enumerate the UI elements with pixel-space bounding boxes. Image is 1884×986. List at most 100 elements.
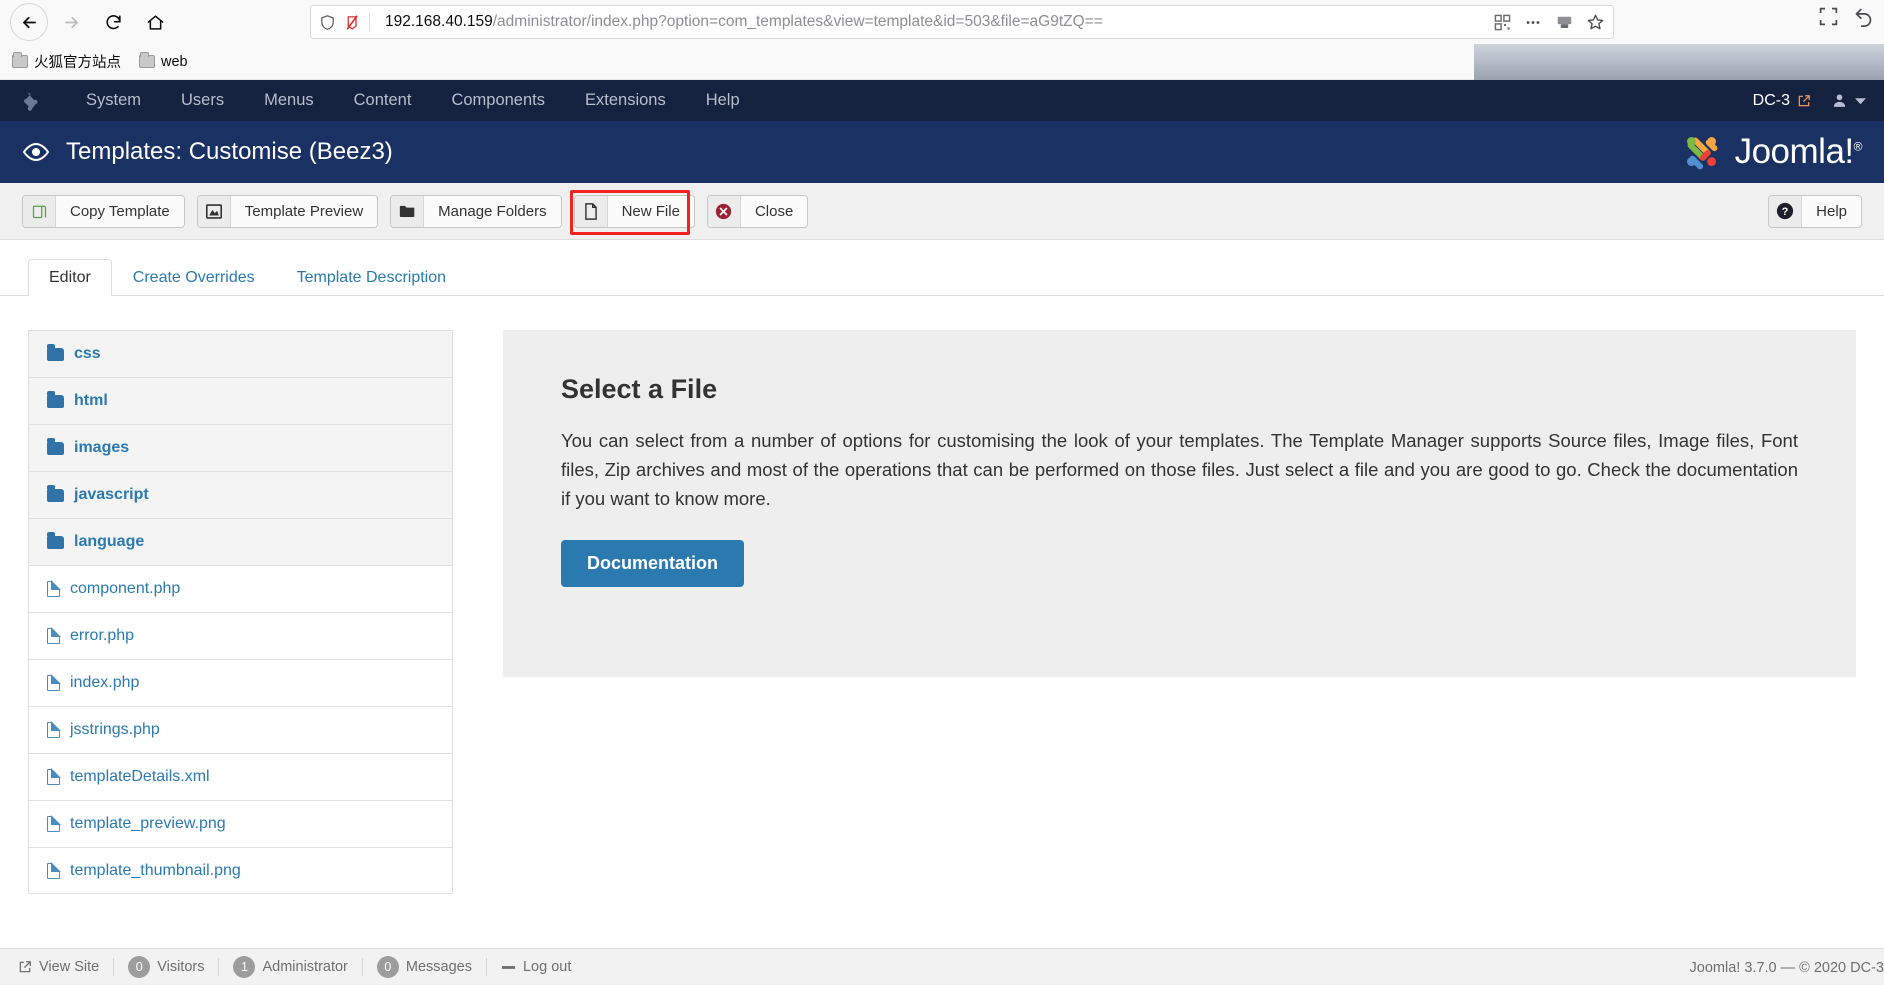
url-host: 192.168.40.159 <box>385 13 493 30</box>
file-tree-label: html <box>74 392 108 410</box>
joomla-logo-mark <box>1679 129 1725 175</box>
folder-icon <box>47 395 64 408</box>
file-tree-label: template_thumbnail.png <box>70 862 241 880</box>
new-file-button[interactable]: New File <box>574 195 695 228</box>
administrator-count-badge: 1 <box>233 956 255 978</box>
joomla-brand-glyph <box>21 90 43 112</box>
chevron-down-icon <box>1855 97 1866 105</box>
view-site-label: View Site <box>39 959 99 975</box>
manage-folders-button[interactable]: Manage Folders <box>390 195 561 228</box>
status-divider <box>218 958 219 976</box>
site-identity[interactable] <box>319 13 378 32</box>
help-button[interactable]: ? Help <box>1768 195 1862 228</box>
nav-item-components[interactable]: Components <box>431 80 565 121</box>
copy-icon <box>23 196 56 227</box>
file-tree-label: component.php <box>70 580 180 598</box>
messages-stat[interactable]: 0 Messages <box>377 956 472 978</box>
file-tree-label: javascript <box>74 486 149 504</box>
folder-icon <box>47 489 64 502</box>
file-tree-item-template-thumbnail-png[interactable]: template_thumbnail.png <box>28 847 453 894</box>
page-render-strip <box>1474 44 1884 80</box>
close-button[interactable]: Close <box>707 195 808 228</box>
nav-item-content[interactable]: Content <box>334 80 432 121</box>
file-tree-list: css html images javascript language comp… <box>28 330 453 986</box>
document-icon <box>47 581 60 597</box>
reload-button[interactable] <box>94 3 132 41</box>
file-tree-item-images[interactable]: images <box>28 424 453 471</box>
site-name-label: DC-3 <box>1753 92 1790 110</box>
file-tree-item-error-php[interactable]: error.php <box>28 612 453 659</box>
select-file-panel: Select a File You can select from a numb… <box>503 330 1856 677</box>
file-tree-item-css[interactable]: css <box>28 330 453 377</box>
file-tree-label: images <box>74 439 129 457</box>
tab-bar: Editor Create Overrides Template Descrip… <box>0 240 1884 296</box>
nav-item-menus[interactable]: Menus <box>244 80 334 121</box>
file-tree-item-language[interactable]: language <box>28 518 453 565</box>
visitors-count-badge: 0 <box>128 956 150 978</box>
logout-label: Log out <box>523 959 571 975</box>
template-preview-button[interactable]: Template Preview <box>197 195 378 228</box>
shield-icon <box>319 13 336 32</box>
folder-icon <box>139 55 155 68</box>
messages-label: Messages <box>406 959 472 975</box>
administrator-stat[interactable]: 1 Administrator <box>233 956 347 978</box>
view-site-link[interactable]: View Site <box>18 959 99 975</box>
tab-template-description[interactable]: Template Description <box>276 259 467 296</box>
visitors-label: Visitors <box>157 959 204 975</box>
arrow-left-icon <box>20 13 39 32</box>
page-title: Templates: Customise (Beez3) <box>66 138 393 166</box>
admin-navbar: System Users Menus Content Components Ex… <box>0 80 1884 121</box>
file-tree-item-index-php[interactable]: index.php <box>28 659 453 706</box>
file-tree-item-templatedetails-xml[interactable]: templateDetails.xml <box>28 753 453 800</box>
file-tree-label: templateDetails.xml <box>70 768 210 786</box>
svg-text:?: ? <box>1782 206 1789 218</box>
file-tree-item-javascript[interactable]: javascript <box>28 471 453 518</box>
browser-nav-buttons <box>10 3 174 41</box>
folder-open-icon <box>391 196 424 227</box>
file-tree-label: language <box>74 533 144 551</box>
folder-icon <box>47 348 64 361</box>
forward-button[interactable] <box>52 3 90 41</box>
site-name-link[interactable]: DC-3 <box>1753 92 1811 110</box>
page-header: Templates: Customise (Beez3) Joomla!® <box>0 121 1884 183</box>
joomla-brand-icon[interactable] <box>20 89 44 113</box>
question-circle-icon: ? <box>1769 196 1802 227</box>
file-tree-item-html[interactable]: html <box>28 377 453 424</box>
visitors-stat[interactable]: 0 Visitors <box>128 956 204 978</box>
undo-icon[interactable] <box>1853 6 1874 27</box>
file-tree-item-component-php[interactable]: component.php <box>28 565 453 612</box>
image-icon <box>198 196 231 227</box>
user-menu[interactable] <box>1831 92 1866 109</box>
bookmark-label: 火狐官方站点 <box>34 51 121 72</box>
nav-item-system[interactable]: System <box>66 80 161 121</box>
url-bar[interactable]: 192.168.40.159/administrator/index.php?o… <box>310 5 1614 39</box>
nav-item-help[interactable]: Help <box>686 80 760 121</box>
qr-code-icon[interactable] <box>1494 14 1511 31</box>
joomla-logo: Joomla!® <box>1679 129 1862 175</box>
file-tree-item-jsstrings-php[interactable]: jsstrings.php <box>28 706 453 753</box>
home-button[interactable] <box>136 3 174 41</box>
tab-editor[interactable]: Editor <box>28 259 112 296</box>
document-icon <box>47 675 60 691</box>
eye-icon <box>22 142 50 162</box>
screenshot-icon[interactable] <box>1818 6 1839 27</box>
copy-template-button[interactable]: Copy Template <box>22 195 185 228</box>
ellipsis-icon[interactable] <box>1523 14 1543 31</box>
save-icon[interactable] <box>1555 13 1574 31</box>
documentation-button[interactable]: Documentation <box>561 540 744 587</box>
arrow-right-icon <box>62 13 81 32</box>
nav-item-users[interactable]: Users <box>161 80 244 121</box>
nav-item-extensions[interactable]: Extensions <box>565 80 686 121</box>
back-button[interactable] <box>10 3 48 41</box>
tab-create-overrides[interactable]: Create Overrides <box>112 259 276 296</box>
messages-count-badge: 0 <box>377 956 399 978</box>
url-text: 192.168.40.159/administrator/index.php?o… <box>385 13 1479 31</box>
bookmark-item[interactable]: 火狐官方站点 <box>12 51 121 72</box>
file-tree-label: template_preview.png <box>70 815 226 833</box>
logout-link[interactable]: Log out <box>501 959 571 975</box>
bookmark-item[interactable]: web <box>139 54 188 70</box>
file-tree-item-template-preview-png[interactable]: template_preview.png <box>28 800 453 847</box>
external-link-icon <box>1797 94 1811 108</box>
manage-folders-label: Manage Folders <box>424 196 560 227</box>
star-icon[interactable] <box>1586 13 1605 31</box>
